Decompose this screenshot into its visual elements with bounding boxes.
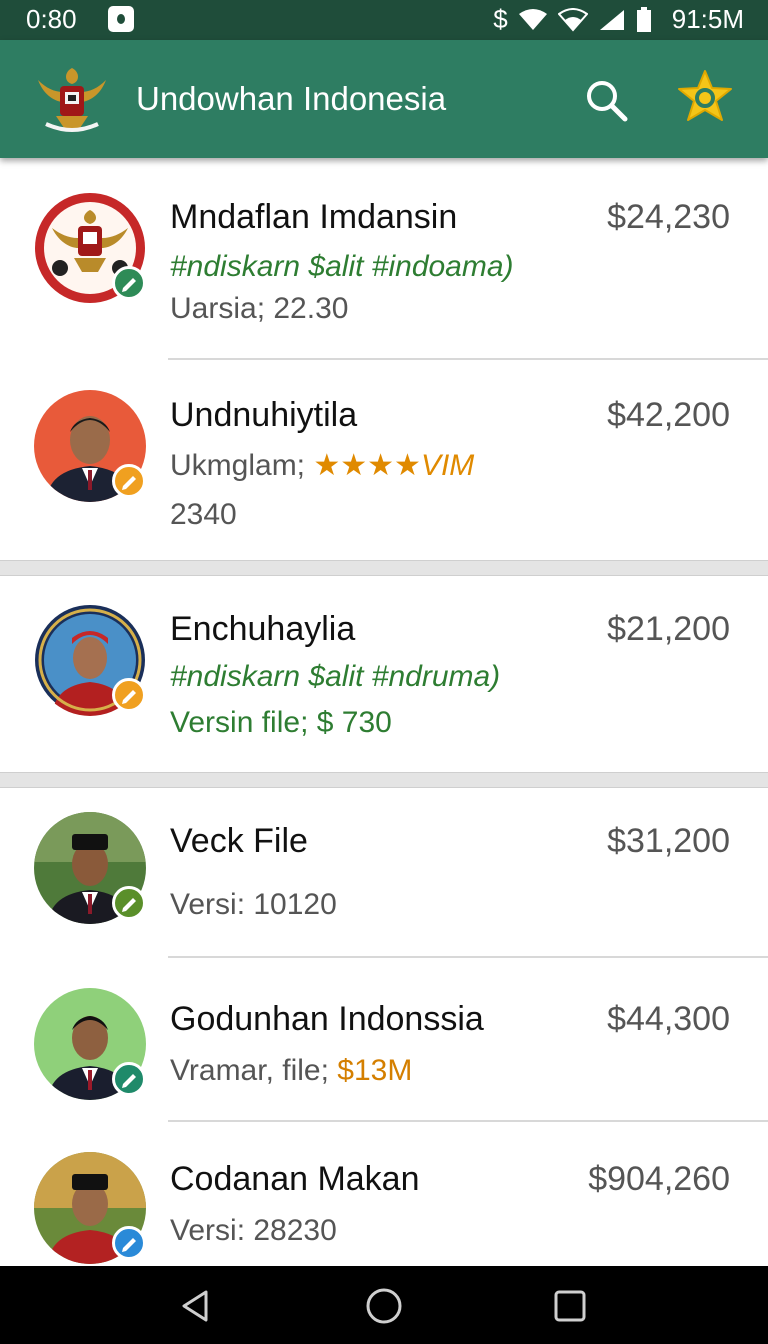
item-tags: #ndiskarn $alit #indoama) — [170, 250, 514, 283]
listing-list[interactable]: Mndaflan Imdansin $24,230 #ndiskarn $ali… — [0, 158, 768, 1266]
item-rating-stars: ★★★★VIM — [313, 449, 475, 482]
item-name: Godunhan Indonssia — [170, 1000, 484, 1038]
system-nav-bar — [0, 1266, 768, 1344]
item-rating-row: Ukmglam; ★★★★VIM — [170, 448, 474, 483]
item-tags: #ndiskarn $alit #ndruma) — [170, 660, 501, 693]
search-icon[interactable] — [584, 78, 628, 122]
item-price: $31,200 — [607, 822, 730, 860]
status-clock: 91:5M — [671, 4, 744, 34]
list-item[interactable]: Godunhan Indonssia $44,300 Vramar, file;… — [0, 958, 768, 1122]
garuda-logo-icon[interactable] — [34, 62, 110, 138]
blue-edit-badge — [112, 1226, 146, 1260]
item-price: $24,230 — [607, 198, 730, 236]
section-divider — [0, 560, 768, 576]
item-version: 2340 — [170, 498, 237, 531]
signal-icon — [599, 9, 624, 30]
item-price: $42,200 — [607, 396, 730, 434]
item-name: Mndaflan Imdansin — [170, 198, 458, 236]
item-name: Undnuhiytila — [170, 396, 358, 434]
item-name: Codanan Makan — [170, 1160, 420, 1198]
teal-edit-badge — [112, 1062, 146, 1096]
list-item[interactable]: Mndaflan Imdansin $24,230 #ndiskarn $ali… — [0, 158, 768, 360]
list-item[interactable]: Undnuhiytila $42,200 Ukmglam; ★★★★VIM 23… — [0, 360, 768, 560]
garuda-emblem-avatar — [34, 192, 146, 304]
status-icons: $ 91:5M — [493, 4, 744, 35]
app-title: Undowhan Indonesia — [136, 80, 447, 117]
recents-icon[interactable] — [550, 1286, 590, 1326]
item-price: $904,260 — [588, 1160, 730, 1198]
green-edit-badge — [112, 886, 146, 920]
back-icon[interactable] — [176, 1286, 216, 1326]
list-item[interactable]: Codanan Makan $904,260 Versi: 28230 — [0, 1122, 768, 1266]
wifi-icon — [518, 8, 547, 30]
item-price: $44,300 — [607, 1000, 730, 1038]
section-divider — [0, 772, 768, 788]
list-item[interactable]: Enchuhaylia $21,200 #ndiskarn $alit #ndr… — [0, 576, 768, 772]
item-name: Veck File — [170, 822, 308, 860]
list-item[interactable]: Veck File $31,200 Versi: 10120 — [0, 788, 768, 958]
app-bar: Undowhan Indonesia — [0, 40, 768, 158]
green-check-badge — [112, 266, 146, 300]
orange-edit-badge — [112, 464, 146, 498]
home-icon[interactable] — [364, 1286, 404, 1326]
item-rating-label: Ukmglam; — [170, 449, 306, 482]
item-file-label: Vramar, file; — [170, 1054, 329, 1087]
item-version: Versin file; $ 730 — [170, 706, 392, 739]
item-price: $21,200 — [607, 610, 730, 648]
dollar-icon: $ — [493, 4, 508, 34]
item-name: Enchuhaylia — [170, 610, 356, 648]
star-icon[interactable] — [676, 68, 734, 126]
official-portrait-avatar — [34, 390, 146, 502]
item-version: Versi: 10120 — [170, 888, 337, 921]
item-file-row: Vramar, file; $13M — [170, 1054, 412, 1088]
green-bg-portrait-avatar — [34, 988, 146, 1100]
battery-icon — [636, 6, 651, 32]
wifi-outline-icon — [557, 7, 588, 32]
peci-portrait-avatar — [34, 812, 146, 924]
red-shirt-portrait-avatar — [34, 1152, 146, 1264]
status-time: 0:80 — [26, 4, 77, 34]
item-version: Versi: 28230 — [170, 1214, 337, 1247]
item-file-size: $13M — [337, 1054, 413, 1087]
orange-edit-badge — [112, 678, 146, 712]
item-version: Uarsia; 22.30 — [170, 292, 349, 325]
notification-icon — [108, 6, 134, 32]
seal-portrait-avatar — [34, 604, 146, 716]
status-bar: 0:80 $ 91:5M — [0, 0, 768, 40]
